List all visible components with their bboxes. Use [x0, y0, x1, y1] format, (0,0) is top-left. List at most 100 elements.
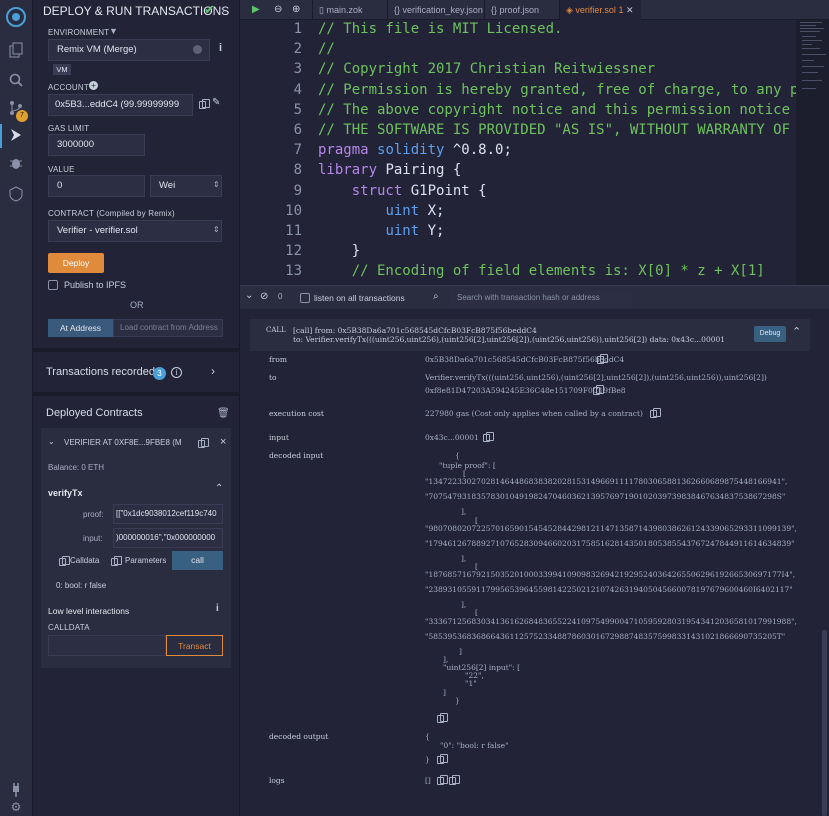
code-line: // Copyright 2017 Christian Reitwiessner: [318, 61, 656, 78]
close-icon[interactable]: ×: [220, 436, 226, 448]
zoom-in-icon[interactable]: ⊕: [292, 4, 300, 15]
debugger-icon[interactable]: [7, 155, 25, 173]
solidity-icon: ◈: [566, 5, 576, 15]
add-account-icon[interactable]: +: [89, 81, 98, 90]
edit-icon[interactable]: ✎: [212, 97, 220, 108]
copy-icon[interactable]: [449, 775, 460, 785]
json-icon: {}: [394, 5, 403, 15]
copy-icon[interactable]: [437, 775, 448, 785]
code-line: // Encoding of field elements is: X[0] *…: [318, 263, 765, 280]
chevron-right-icon[interactable]: ›: [221, 3, 225, 17]
line-number: 13: [285, 263, 302, 280]
json-line: }: [425, 755, 430, 764]
copy-icon[interactable]: [483, 432, 494, 442]
code-line: // Permission is hereby granted, free of…: [318, 81, 796, 98]
gas-limit-input[interactable]: 3000000: [48, 134, 145, 156]
run-icon[interactable]: ▶: [252, 4, 260, 15]
chevron-right-icon[interactable]: ›: [211, 364, 215, 378]
deploy-icon[interactable]: [7, 127, 25, 145]
code-line: //: [318, 41, 335, 58]
input-field[interactable]: )000000016","0x000000000: [113, 528, 223, 548]
deploy-button[interactable]: Deploy: [48, 253, 104, 273]
info-icon[interactable]: i: [216, 603, 219, 614]
git-badge: 7: [16, 110, 28, 122]
collapse-log-icon[interactable]: ⌃: [792, 325, 801, 338]
copy-icon[interactable]: [650, 408, 661, 418]
trash-icon[interactable]: 🗑: [217, 408, 230, 419]
file-explorer-icon[interactable]: [7, 42, 25, 60]
copy-address-icon[interactable]: [198, 438, 209, 448]
contract-chevron-icon: ⇕: [213, 225, 220, 234]
value-label: VALUE: [48, 165, 75, 174]
logs-label: logs: [269, 776, 285, 785]
logs-value: []: [425, 776, 431, 785]
listen-checkbox[interactable]: [300, 293, 310, 303]
terminal-toolbar: ⌄ ⊘ 0 listen on all transactions ⌕ Searc…: [240, 285, 829, 309]
calldata-input[interactable]: [48, 635, 166, 656]
decoded-output-label: decoded output: [269, 732, 329, 741]
collapse-chevron-icon[interactable]: ⌃: [215, 483, 223, 494]
close-tab-icon[interactable]: ✕: [626, 5, 634, 15]
collapse-terminal-icon[interactable]: ⌄: [245, 290, 253, 301]
line-number: 4: [293, 81, 302, 98]
proof-input[interactable]: [["0x1dc9038012cef119c740: [113, 504, 223, 524]
environment-select[interactable]: Remix VM (Merge): [48, 39, 210, 61]
divider: [33, 348, 240, 352]
transact-button[interactable]: Transact: [166, 635, 223, 656]
call-button[interactable]: call: [172, 551, 223, 570]
divider: [33, 392, 240, 396]
deployed-contracts-label: Deployed Contracts: [46, 407, 143, 419]
debug-button[interactable]: Debug: [754, 326, 786, 342]
zoom-out-icon[interactable]: ⊖: [274, 4, 282, 15]
copy-icon[interactable]: [437, 713, 448, 723]
load-contract-input[interactable]: Load contract from Address: [113, 319, 223, 337]
listen-label: listen on all transactions: [314, 293, 405, 303]
minimap[interactable]: [796, 20, 829, 285]
json-icon: {}: [491, 5, 500, 15]
json-line: "585395368368664361125752334887860301672…: [425, 631, 786, 641]
input-value: 0x43c...00001: [425, 433, 479, 442]
decoded-input-label: decoded input: [269, 451, 324, 460]
proof-param-label: proof:: [83, 510, 104, 519]
execution-cost-value: 227980 gas (Cost only applies when calle…: [425, 409, 643, 418]
json-line: {: [455, 451, 460, 460]
copy-parameters-icon[interactable]: [111, 556, 122, 566]
tab-main-zok[interactable]: ▯ main.zok: [312, 0, 387, 20]
value-input[interactable]: 0: [48, 175, 145, 197]
tab-proof-json[interactable]: {} proof.json: [484, 0, 559, 20]
instance-title[interactable]: VERIFIER AT 0XF8E...9FBE8 (MEI: [64, 438, 182, 447]
copy-icon[interactable]: [597, 354, 608, 364]
parameters-button[interactable]: Parameters: [125, 556, 166, 565]
expand-chevron-icon[interactable]: ⌄: [48, 437, 55, 446]
info-icon[interactable]: i: [171, 367, 182, 378]
tab-verification-key[interactable]: {} verification_key.json: [387, 0, 484, 20]
remix-logo-icon[interactable]: [5, 6, 27, 28]
search-icon[interactable]: [7, 72, 25, 90]
at-address-button[interactable]: At Address: [48, 319, 113, 337]
line-number: 11: [285, 223, 302, 239]
terminal-scrollbar[interactable]: [822, 630, 827, 816]
call-result: 0: bool: r false: [56, 581, 107, 590]
clear-icon[interactable]: ⊘: [260, 291, 268, 302]
verify-icon[interactable]: [7, 186, 25, 204]
info-icon[interactable]: i: [219, 42, 222, 54]
contract-select[interactable]: Verifier - verifier.sol: [48, 220, 222, 242]
calldata-button[interactable]: Calldata: [70, 556, 99, 565]
account-select[interactable]: 0x5B3...eddC4 (99.99999999: [48, 94, 193, 116]
contract-label: CONTRACT (Compiled by Remix): [48, 209, 175, 218]
value-unit-select[interactable]: Wei: [150, 175, 222, 197]
transactions-recorded-label[interactable]: Transactions recorded: [46, 366, 155, 378]
execution-cost-label: execution cost: [269, 409, 324, 418]
transaction-search-input[interactable]: Search with transaction hash or address: [449, 289, 632, 307]
settings-icon[interactable]: ⚙: [7, 798, 25, 816]
copy-account-icon[interactable]: [199, 99, 210, 109]
copy-icon[interactable]: [593, 385, 604, 395]
active-indicator: [0, 124, 2, 148]
publish-checkbox[interactable]: [48, 280, 58, 290]
copy-calldata-icon[interactable]: [59, 556, 70, 566]
environment-label: ENVIRONMENT: [48, 28, 110, 37]
copy-icon[interactable]: [437, 754, 448, 764]
code-line: uint X;: [385, 202, 445, 219]
tab-verifier-sol[interactable]: ◈ verifier.sol 1 ✕: [559, 0, 641, 20]
or-label: OR: [130, 300, 144, 310]
